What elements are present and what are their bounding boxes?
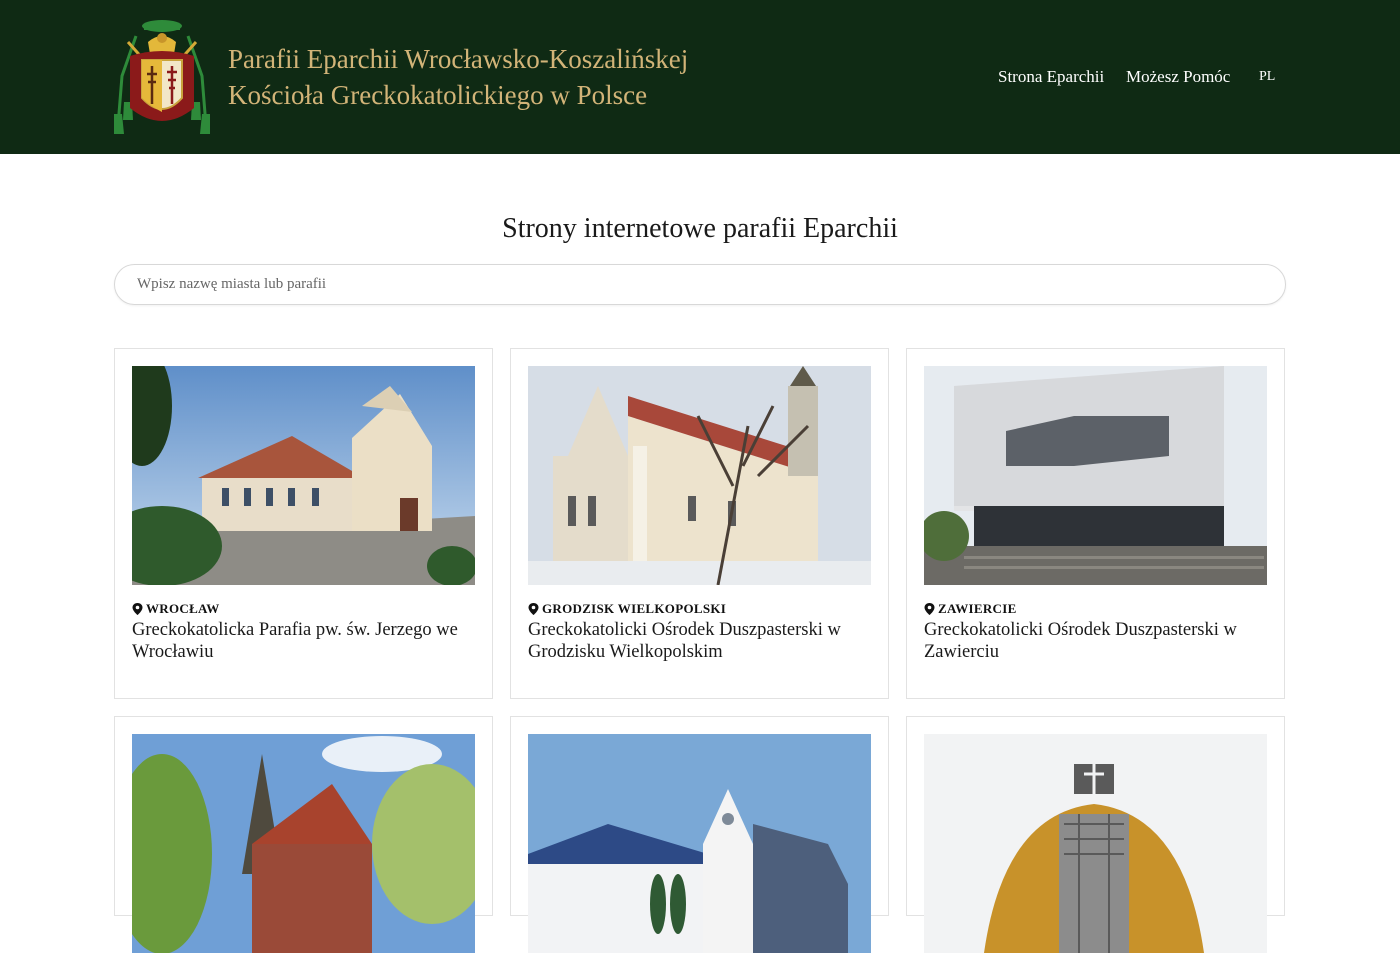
- parish-city: WROCŁAW: [132, 601, 220, 617]
- parish-city-label: ZAWIERCIE: [938, 601, 1017, 616]
- parish-name[interactable]: Greckokatolicki Ośrodek Duszpasterski w …: [528, 619, 868, 663]
- page-title: Strony internetowe parafii Eparchii: [502, 213, 898, 244]
- parish-photo: [528, 366, 871, 585]
- parish-card[interactable]: [114, 716, 493, 953]
- search-input[interactable]: [115, 265, 1285, 304]
- location-pin-icon: [132, 603, 143, 615]
- nav-link-strona-eparchii[interactable]: Strona Eparchii: [998, 66, 1104, 88]
- parish-photo: [132, 734, 475, 953]
- parish-photo: [132, 366, 475, 585]
- parish-card[interactable]: ZAWIERCIE Greckokatolicki Ośrodek Duszpa…: [906, 348, 1285, 699]
- parish-card[interactable]: WROCŁAW Greckokatolicka Parafia pw. św. …: [114, 348, 493, 699]
- parish-city-label: GRODZISK WIELKOPOLSKI: [542, 601, 727, 616]
- parish-card[interactable]: GRODZISK WIELKOPOLSKI Greckokatolicki Oś…: [510, 348, 889, 699]
- parish-city: GRODZISK WIELKOPOLSKI: [528, 601, 726, 617]
- location-pin-icon: [924, 603, 935, 615]
- language-switcher[interactable]: PL: [1259, 66, 1275, 88]
- location-pin-icon: [528, 603, 539, 615]
- parish-card[interactable]: [510, 716, 889, 953]
- parish-photo: [528, 734, 871, 953]
- main-nav: Strona Eparchii Możesz Pomóc PL: [0, 66, 1400, 88]
- parish-card[interactable]: [906, 716, 1285, 953]
- nav-link-mozesz-pomoc[interactable]: Możesz Pomóc: [1126, 66, 1230, 88]
- parish-photo: [924, 366, 1267, 585]
- parish-photo: [924, 734, 1267, 953]
- parish-name[interactable]: Greckokatolicki Ośrodek Duszpasterski w …: [924, 619, 1264, 663]
- parish-city: ZAWIERCIE: [924, 601, 1017, 617]
- parish-name[interactable]: Greckokatolicka Parafia pw. św. Jerzego …: [132, 619, 472, 663]
- search-bar: [114, 264, 1286, 305]
- parish-city-label: WROCŁAW: [146, 601, 220, 616]
- site-header: Parafii Eparchii Wrocławsko-Koszalińskej…: [0, 0, 1400, 154]
